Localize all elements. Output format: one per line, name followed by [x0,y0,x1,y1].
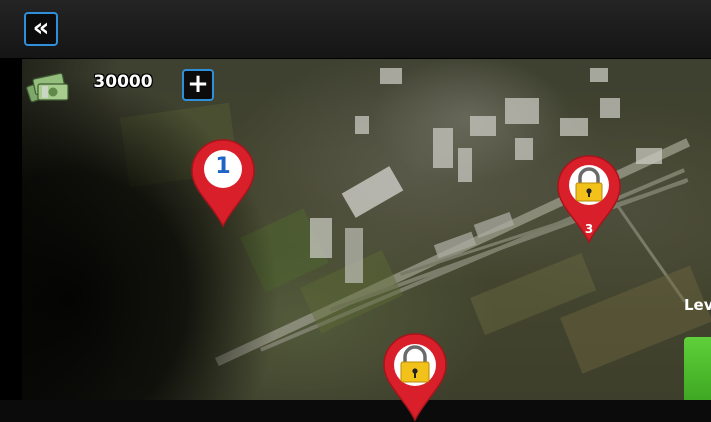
level-pin-locked[interactable] [382,332,448,422]
money-amount: 30000 [93,72,153,92]
level-pin-1[interactable]: 1 [190,138,256,228]
top-bar [0,0,711,59]
plus-icon: + [187,69,209,99]
level-label: Lev [684,296,711,314]
left-black-border [0,0,22,400]
play-button[interactable] [684,337,711,400]
map-pin-icon [191,139,255,228]
level-pin-3[interactable]: 3 [556,154,622,244]
map-pin-icon [383,333,447,422]
back-button[interactable]: « [24,12,58,46]
money-stack-icon [26,72,69,103]
level-number: 3 [584,222,594,236]
level-number: 1 [215,154,231,179]
double-chevron-left-icon: « [32,13,50,43]
add-money-button[interactable]: + [182,69,214,101]
